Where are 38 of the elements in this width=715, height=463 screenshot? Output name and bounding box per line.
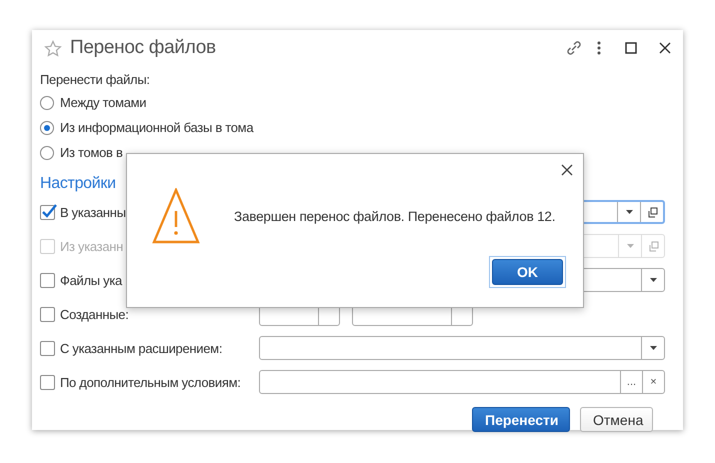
field-button[interactable]: ...: [620, 371, 642, 393]
radio-label[interactable]: Между томами: [60, 95, 146, 110]
warning-icon: [152, 188, 200, 244]
window-title: Перенос файлов: [70, 37, 217, 59]
radio-button[interactable]: [40, 146, 54, 160]
checkbox-label[interactable]: В указанны: [60, 204, 126, 220]
checkbox-label[interactable]: Созданные:: [60, 306, 129, 322]
checkbox-label[interactable]: Файлы ука: [60, 272, 122, 288]
close-icon[interactable]: [561, 164, 573, 176]
group-label: Перенести файлы:: [40, 70, 151, 89]
dropdown-icon[interactable]: [626, 210, 632, 214]
open-icon[interactable]: [646, 206, 658, 218]
star-icon[interactable]: [44, 40, 62, 56]
section-title: Настройки: [40, 174, 116, 193]
radio-button[interactable]: [40, 96, 54, 110]
input-field[interactable]: ... ×: [259, 370, 665, 394]
ok-button[interactable]: OK: [492, 259, 563, 285]
dropdown-field[interactable]: [259, 336, 665, 360]
dropdown-icon[interactable]: [650, 346, 656, 350]
transfer-button[interactable]: Перенести: [472, 407, 570, 432]
radio-label[interactable]: Из информационной базы в тома: [60, 120, 254, 135]
checkbox[interactable]: [40, 204, 55, 220]
checkbox-label[interactable]: По дополнительным условиям:: [60, 374, 241, 390]
checkbox[interactable]: [40, 374, 55, 390]
maximize-icon[interactable]: [625, 42, 637, 54]
cancel-button[interactable]: Отмена: [580, 407, 653, 432]
checkbox-label[interactable]: С указанным расширением:: [60, 340, 222, 356]
checkbox[interactable]: [40, 306, 55, 322]
checkbox[interactable]: [40, 340, 55, 356]
dropdown-icon[interactable]: [650, 278, 656, 282]
radio-button[interactable]: [40, 120, 54, 134]
close-icon[interactable]: [659, 42, 671, 54]
link-icon[interactable]: [565, 39, 583, 57]
radio-label[interactable]: Из томов в: [60, 145, 123, 160]
checkbox[interactable]: [40, 272, 55, 288]
field-button[interactable]: ×: [642, 371, 664, 393]
message-text: Завершен перенос файлов. Перенесено файлов 12.: [234, 208, 556, 224]
more-icon[interactable]: [597, 40, 601, 56]
